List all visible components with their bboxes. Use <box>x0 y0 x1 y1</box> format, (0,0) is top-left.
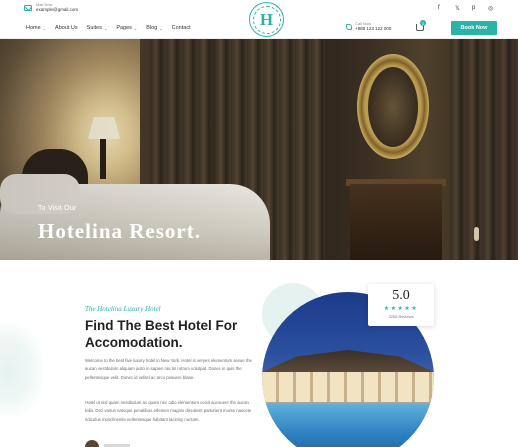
section-script-subtitle: The Hotelina Luxury Hotel <box>85 305 161 313</box>
nav-item-contact[interactable]: Contact <box>172 25 191 31</box>
section-title: Find The Best Hotel For Accomodation. <box>85 318 238 350</box>
phone-icon <box>346 23 352 30</box>
site-logo[interactable]: H <box>249 2 284 37</box>
mail-icon <box>24 4 32 11</box>
hero-subtitle: To Visit Our <box>38 205 77 212</box>
email-value[interactable]: example@gmail.com <box>36 7 78 13</box>
facebook-icon[interactable]: f <box>438 5 440 11</box>
star-icon: ★★★★★ <box>383 306 419 312</box>
nav-item-about-us[interactable]: About Us <box>55 25 78 31</box>
site-header: Mail Now example@gmail.com Home ⌄ About U… <box>0 0 518 39</box>
twitter-icon[interactable]: 𝕏 <box>455 5 460 12</box>
book-now-button[interactable]: Book Now <box>451 21 497 35</box>
pinterest-icon[interactable]: p <box>472 5 475 11</box>
chevron-down-icon: ⌄ <box>42 25 47 31</box>
hero-title: Hotelina Resort. <box>38 219 201 243</box>
rating-card: 5.0 ★★★★★ 3265 Reviews <box>368 284 434 326</box>
main-nav: Home ⌄ About Us Suites ⌄ Pages ⌄ Blog ⌄ Cont… <box>26 25 191 31</box>
avatar <box>85 440 99 447</box>
cart-count-badge: 0 <box>420 20 426 26</box>
rating-value: 5.0 <box>392 288 410 303</box>
hero-banner: To Visit Our Hotelina Resort. <box>0 39 518 260</box>
review-count: 3265 Reviews <box>388 314 414 319</box>
chevron-down-icon: ⌄ <box>103 25 108 31</box>
phone-contact[interactable]: Call Now +888 123 122 000 <box>346 22 391 32</box>
phone-value[interactable]: +888 123 122 000 <box>355 26 391 32</box>
nav-item-suites[interactable]: Suites ⌄ <box>87 25 108 31</box>
decorative-brush <box>0 322 44 417</box>
chevron-down-icon: ⌄ <box>133 25 138 31</box>
about-paragraph: Welcome to the best five luxury hotel in… <box>85 358 252 380</box>
chevron-down-icon: ⌄ <box>159 25 163 31</box>
nav-item-home[interactable]: Home ⌄ <box>26 25 46 31</box>
about-paragraph: Hotel ut nisl quam nestibulum ac quam ne… <box>85 400 252 422</box>
email-contact[interactable]: Mail Now example@gmail.com <box>24 3 78 13</box>
instagram-icon[interactable]: ◎ <box>488 5 493 12</box>
logo-letter: H <box>259 9 274 29</box>
nav-item-blog[interactable]: Blog ⌄ <box>146 25 162 31</box>
nav-item-pages[interactable]: Pages ⌄ <box>116 25 137 31</box>
